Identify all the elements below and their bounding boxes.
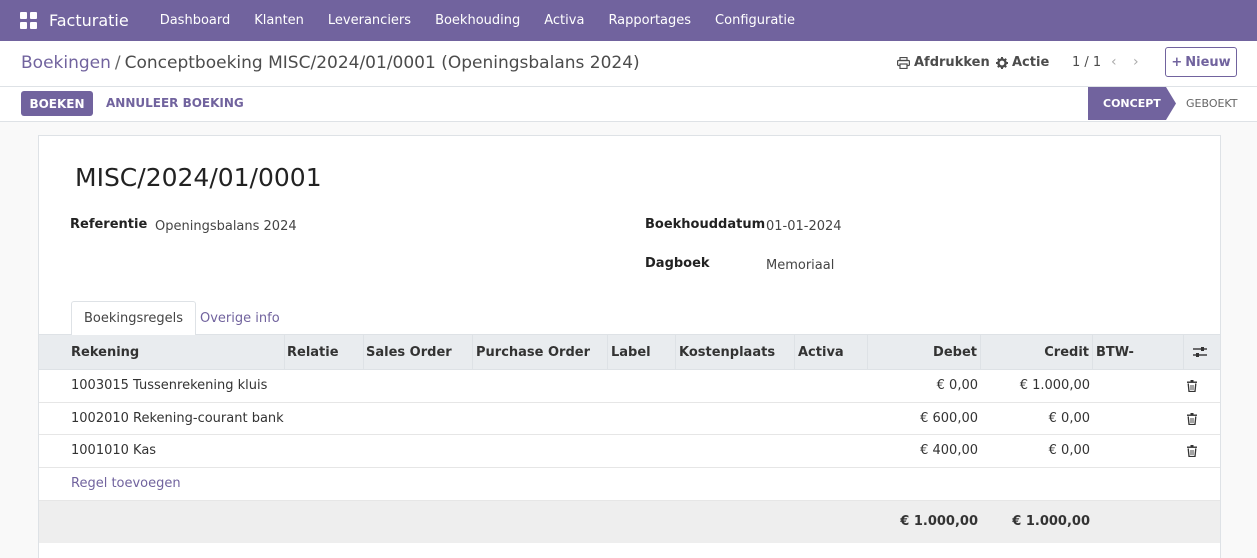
col-kostenplaats[interactable]: Kostenplaats xyxy=(676,335,795,370)
nav-item-klanten[interactable]: Klanten xyxy=(242,0,316,41)
pager-value[interactable]: 1 / 1 xyxy=(1072,55,1101,70)
row-credit[interactable]: € 0,00 xyxy=(981,403,1090,435)
col-btw-rubriek[interactable]: BTW-rubriek xyxy=(1093,335,1184,395)
breadcrumb-separator: / xyxy=(114,53,121,73)
col-debet[interactable]: Debet xyxy=(868,335,981,370)
notebook-tabs: Boekingsregels Overige info xyxy=(39,301,1220,336)
date-label: Boekhouddatum xyxy=(645,217,766,232)
nav-item-rapportages[interactable]: Rapportages xyxy=(596,0,703,41)
row-credit[interactable]: € 0,00 xyxy=(981,435,1090,467)
status-bar: BOEKEN ANNULEER BOEKING CONCEPT GEBOEKT xyxy=(0,87,1257,122)
row-debit[interactable]: € 600,00 xyxy=(868,403,978,435)
col-credit[interactable]: Credit xyxy=(981,335,1093,370)
optional-columns-toggle[interactable] xyxy=(1184,335,1220,370)
pager-next-icon[interactable]: › xyxy=(1133,54,1139,70)
breadcrumb-current: Conceptboeking MISC/2024/01/0001 (Openin… xyxy=(124,53,640,73)
action-button[interactable]: Actie xyxy=(996,55,1049,70)
col-purchase-order[interactable]: Purchase Order xyxy=(473,335,608,370)
nav-item-activa[interactable]: Activa xyxy=(532,0,596,41)
apps-grid-icon[interactable] xyxy=(20,11,38,30)
reference-field[interactable]: Openingsbalans 2024 xyxy=(155,219,297,234)
post-button[interactable]: BOEKEN xyxy=(21,91,93,116)
journal-field[interactable]: Memoriaal xyxy=(766,258,834,273)
plus-icon: + xyxy=(1171,54,1183,70)
add-line-link[interactable]: Regel toevoegen xyxy=(71,468,181,500)
form-sheet: MISC/2024/01/0001 Referentie Openingsbal… xyxy=(38,135,1221,558)
status-geboekt[interactable]: GEBOEKT xyxy=(1186,97,1238,110)
table-row[interactable]: 1002010 Rekening-courant bank € 600,00 €… xyxy=(39,402,1220,435)
add-line-row: Regel toevoegen xyxy=(39,467,1220,501)
col-sales-order[interactable]: Sales Order xyxy=(363,335,473,370)
pager-prev-icon[interactable]: ‹ xyxy=(1111,54,1117,70)
total-credit: € 1.000,00 xyxy=(1012,513,1090,529)
nav-item-configuratie[interactable]: Configuratie xyxy=(703,0,807,41)
new-label: Nieuw xyxy=(1185,54,1231,70)
table-footer: € 1.000,00 € 1.000,00 xyxy=(39,500,1220,543)
row-debit[interactable]: € 400,00 xyxy=(868,435,978,467)
table-row[interactable]: 1001010 Kas € 400,00 € 0,00 xyxy=(39,435,1220,468)
sliders-icon xyxy=(1193,347,1207,357)
action-label: Actie xyxy=(1012,55,1050,70)
nav-item-boekhouding[interactable]: Boekhouding xyxy=(423,0,532,41)
app-brand[interactable]: Facturatie xyxy=(49,11,129,30)
record-title: MISC/2024/01/0001 xyxy=(75,163,322,192)
lines-table: Rekening Relatie Sales Order Purchase Or… xyxy=(39,335,1220,543)
col-label[interactable]: Label xyxy=(608,335,676,370)
trash-icon[interactable] xyxy=(1187,380,1197,392)
new-button[interactable]: + Nieuw xyxy=(1165,47,1237,77)
status-concept[interactable]: CONCEPT xyxy=(1088,87,1176,120)
col-relatie[interactable]: Relatie xyxy=(284,335,364,370)
nav-item-dashboard[interactable]: Dashboard xyxy=(148,0,243,41)
gear-icon xyxy=(996,56,1008,69)
row-account[interactable]: 1001010 Kas xyxy=(71,435,156,467)
tab-overige-info[interactable]: Overige info xyxy=(188,301,292,335)
print-label: Afdrukken xyxy=(914,55,990,70)
print-button[interactable]: Afdrukken xyxy=(897,55,990,70)
row-credit[interactable]: € 1.000,00 xyxy=(981,370,1090,402)
row-account[interactable]: 1002010 Rekening-courant bank xyxy=(71,403,284,435)
nav-item-leveranciers[interactable]: Leveranciers xyxy=(316,0,423,41)
top-navbar: Facturatie Dashboard Klanten Leverancier… xyxy=(0,0,1257,41)
breadcrumb: Boekingen / Conceptboeking MISC/2024/01/00… xyxy=(21,53,640,73)
trash-icon[interactable] xyxy=(1187,412,1197,425)
reference-label: Referentie xyxy=(70,217,148,232)
breadcrumb-parent[interactable]: Boekingen xyxy=(21,53,111,73)
date-field[interactable]: 01-01-2024 xyxy=(766,219,842,234)
journal-label: Dagboek xyxy=(645,256,710,271)
trash-icon[interactable] xyxy=(1187,445,1197,457)
control-panel: Boekingen / Conceptboeking MISC/2024/01/00… xyxy=(0,41,1257,87)
table-row[interactable]: 1003015 Tussenrekening kluis € 0,00 € 1.… xyxy=(39,370,1220,403)
total-debit: € 1.000,00 xyxy=(900,513,978,529)
col-rekening[interactable]: Rekening xyxy=(68,335,285,370)
row-account[interactable]: 1003015 Tussenrekening kluis xyxy=(71,370,267,402)
tab-boekingsregels[interactable]: Boekingsregels xyxy=(71,301,196,336)
printer-icon xyxy=(897,56,910,69)
table-header: Rekening Relatie Sales Order Purchase Or… xyxy=(39,335,1220,395)
cancel-entry-button[interactable]: ANNULEER BOEKING xyxy=(106,96,244,110)
col-activa[interactable]: Activa xyxy=(795,335,868,370)
row-debit[interactable]: € 0,00 xyxy=(868,370,978,402)
